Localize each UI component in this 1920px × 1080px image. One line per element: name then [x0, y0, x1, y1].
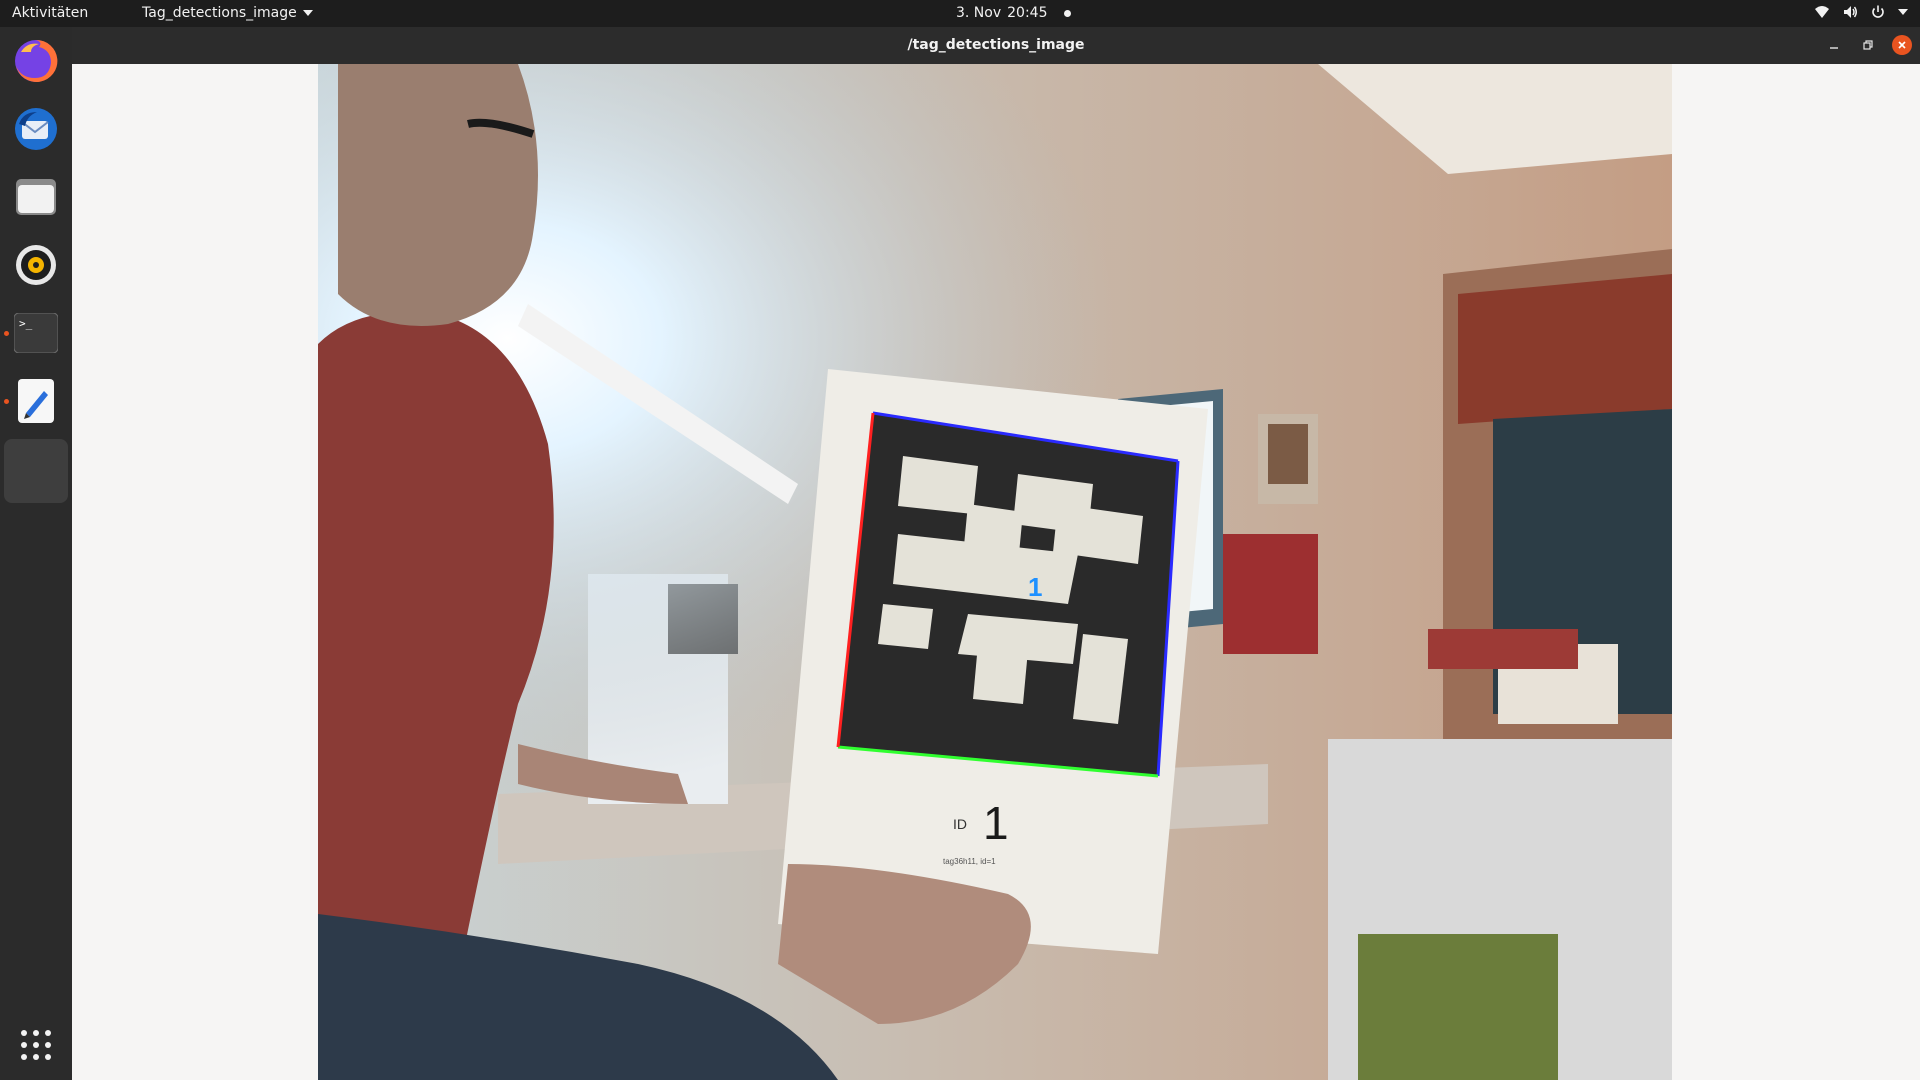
rhythmbox-icon [16, 245, 56, 285]
restore-icon [1863, 40, 1873, 50]
dock-item-terminal[interactable]: >_ [10, 307, 62, 359]
clock[interactable]: 3. Nov 20:45 [956, 5, 1071, 21]
notification-dot-icon [1063, 9, 1071, 17]
dock-item-files[interactable] [10, 171, 62, 223]
thunderbird-icon [15, 108, 57, 150]
files-icon [16, 179, 56, 215]
running-indicator-icon [4, 331, 9, 336]
wifi-icon [1815, 6, 1829, 18]
firefox-icon [15, 39, 58, 82]
show-applications-button[interactable] [10, 1019, 62, 1071]
dock-item-rhythmbox[interactable] [10, 239, 62, 291]
dock: >_ [0, 27, 72, 1080]
chevron-down-icon [302, 10, 313, 16]
close-button[interactable] [1892, 35, 1912, 55]
image-view-window: /tag_detections_image 1 ID 1 tag36h11, i… [72, 27, 1920, 1080]
volume-icon [1844, 6, 1857, 18]
dock-item-firefox[interactable] [10, 35, 62, 87]
top-bar: Aktivitäten Tag_detections_image 3. Nov … [0, 0, 1920, 27]
person-head [338, 64, 538, 326]
paper-caption: tag36h11, id=1 [943, 857, 996, 866]
minimize-icon [1830, 47, 1838, 49]
system-tray[interactable] [1814, 4, 1908, 20]
paper-id-number: 1 [983, 797, 1009, 849]
maximize-button[interactable] [1858, 35, 1878, 55]
svg-text:>_: >_ [19, 317, 33, 330]
close-icon [1898, 41, 1906, 49]
dock-item-active-app[interactable] [4, 439, 68, 503]
paper-id-label: ID [953, 816, 967, 832]
app-menu-label: Tag_detections_image [142, 5, 297, 21]
camera-frame: 1 ID 1 tag36h11, id=1 [318, 64, 1672, 1080]
image-view-area: 1 ID 1 tag36h11, id=1 [72, 64, 1920, 1080]
window-title: /tag_detections_image [907, 37, 1085, 53]
tag-id-overlay: 1 [1028, 572, 1042, 602]
running-indicator-icon [4, 399, 9, 404]
text-editor-icon [18, 379, 54, 423]
power-icon [1872, 5, 1884, 18]
app-menu[interactable]: Tag_detections_image [142, 5, 313, 21]
dock-item-text-editor[interactable] [10, 375, 62, 427]
activities-button[interactable]: Aktivitäten [12, 5, 88, 21]
camera-image: 1 ID 1 tag36h11, id=1 [318, 64, 1672, 1080]
clock-date: 3. Nov [956, 5, 1002, 21]
window-titlebar[interactable]: /tag_detections_image [72, 27, 1920, 64]
grid-icon [21, 1030, 51, 1060]
dock-item-thunderbird[interactable] [10, 103, 62, 155]
chevron-down-icon [1898, 9, 1908, 15]
terminal-icon: >_ [14, 313, 58, 353]
clock-time: 20:45 [1007, 5, 1048, 21]
minimize-button[interactable] [1824, 35, 1844, 55]
